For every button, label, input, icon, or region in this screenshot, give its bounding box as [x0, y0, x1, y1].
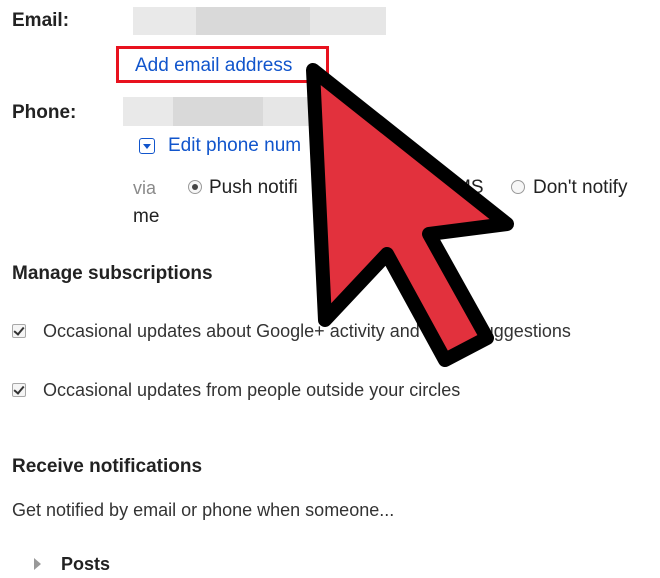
email-label: Email:	[12, 10, 70, 31]
manage-subscriptions-title: Manage subscriptions	[12, 263, 213, 284]
edit-phone-link[interactable]: Edit phone num	[168, 135, 301, 157]
radio-push-label: Push notifi	[209, 177, 298, 198]
me-text: me	[133, 206, 160, 227]
posts-label[interactable]: Posts	[61, 554, 110, 575]
checkbox-outside-circles[interactable]	[12, 383, 26, 397]
email-value-redacted	[133, 7, 386, 35]
outside-circles-label: Occasional updates from people outside y…	[43, 380, 461, 400]
red-arrow-cursor-icon	[306, 63, 514, 367]
checkbox-google-updates[interactable]	[12, 324, 26, 338]
receive-notifications-title: Receive notifications	[12, 456, 203, 477]
triangle-right-icon[interactable]	[34, 558, 41, 570]
phone-value-redacted	[123, 97, 323, 126]
notifications-description: Get notified by email or phone when some…	[12, 500, 395, 520]
phone-label: Phone:	[12, 102, 77, 123]
cursor-arrow-shape	[306, 63, 514, 367]
radio-push-notification[interactable]	[188, 180, 202, 194]
radio-dont-notify-label: Don't notify	[533, 177, 628, 198]
dropdown-arrow-icon[interactable]	[139, 138, 155, 154]
add-email-link[interactable]: Add email address	[135, 55, 292, 77]
via-label: via	[133, 178, 157, 198]
